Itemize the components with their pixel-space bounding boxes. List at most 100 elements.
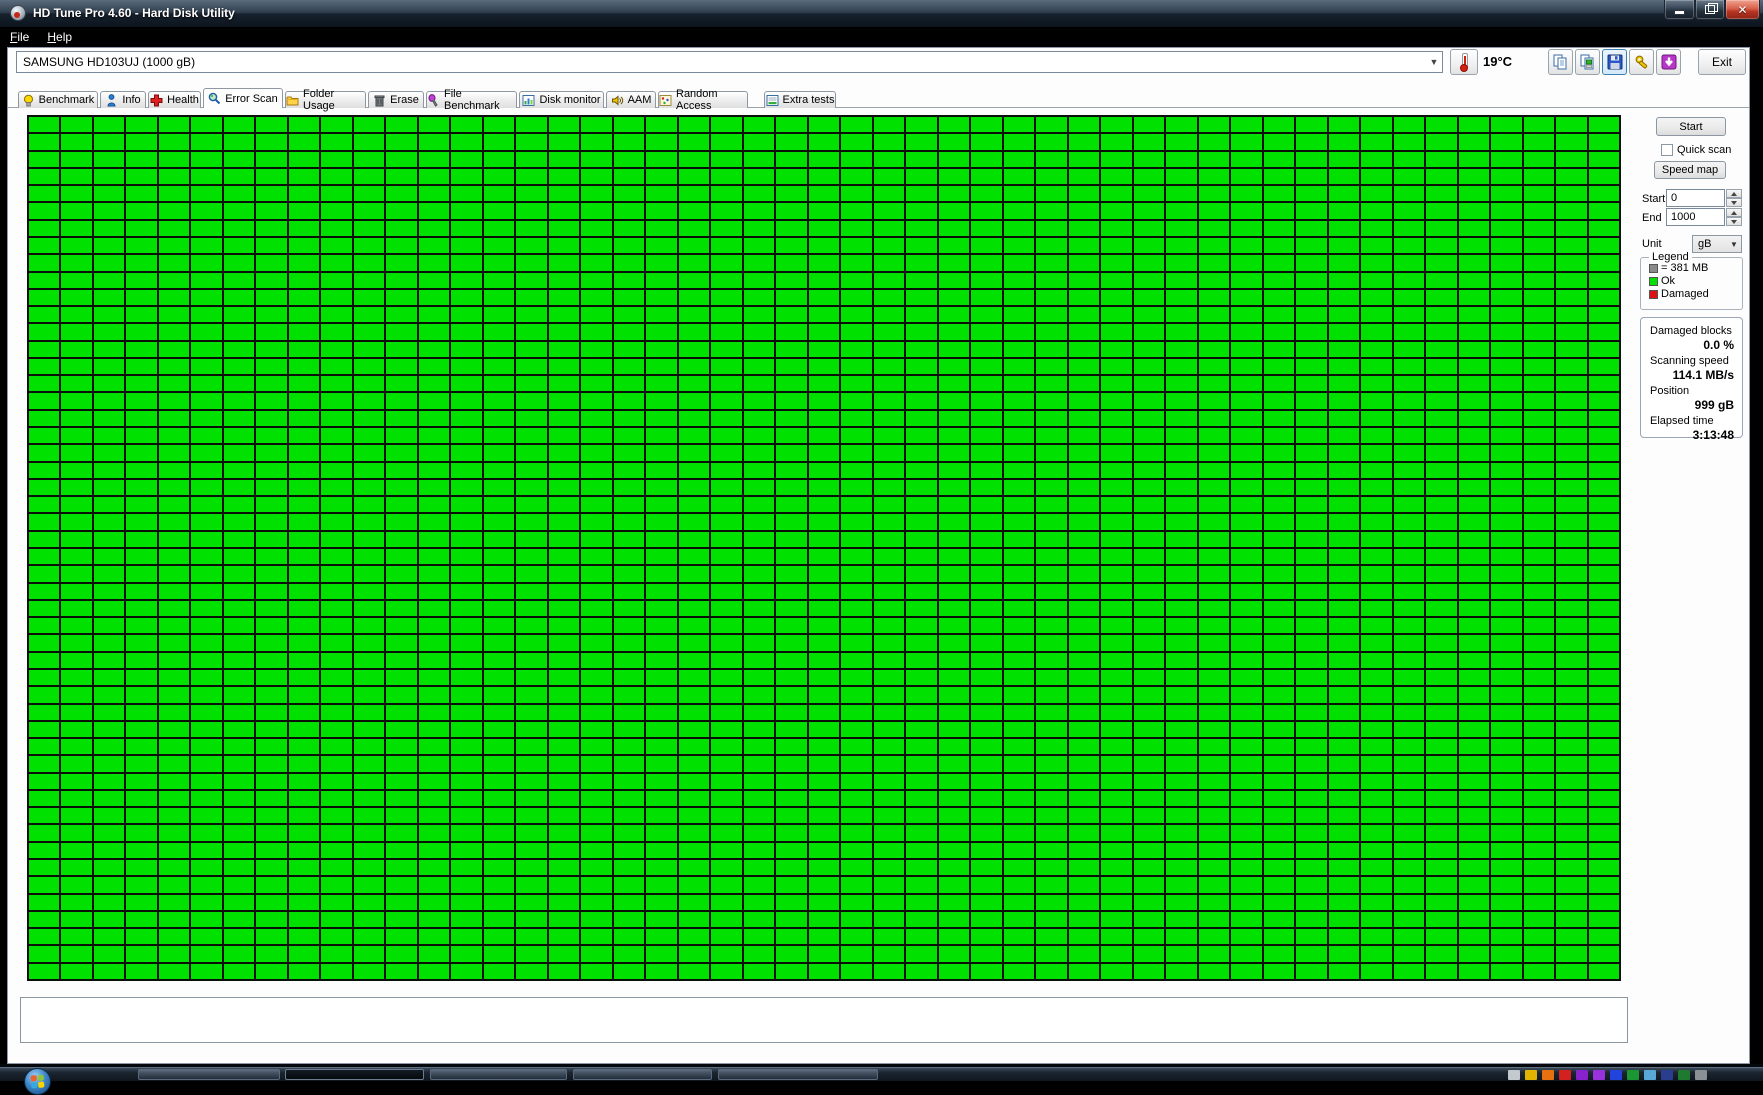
start-field-spinner[interactable] <box>1726 189 1742 207</box>
scan-block <box>1523 669 1555 686</box>
tray-icon[interactable] <box>1661 1070 1673 1080</box>
scan-block <box>1198 514 1230 530</box>
scan-block <box>776 704 807 720</box>
scan-block <box>93 531 125 547</box>
scan-block <box>711 773 742 789</box>
download-button[interactable] <box>1656 49 1681 75</box>
options-button[interactable] <box>1629 49 1654 75</box>
scan-block <box>1068 808 1100 824</box>
tray-icon[interactable] <box>1542 1070 1554 1080</box>
scan-block <box>1393 151 1425 167</box>
scan-block <box>1166 307 1197 323</box>
scan-block <box>418 842 450 859</box>
tab-aam[interactable]: AAM <box>606 91 656 108</box>
end-field-spinner[interactable] <box>1726 208 1742 226</box>
scan-block <box>743 548 775 565</box>
scan-block <box>841 514 872 530</box>
scan-block <box>938 583 970 599</box>
scan-block <box>581 894 612 910</box>
scan-block <box>516 652 547 668</box>
speed-map-button[interactable]: Speed map <box>1654 161 1726 179</box>
exit-button[interactable]: Exit <box>1698 49 1746 75</box>
scan-block <box>938 220 970 236</box>
scan-block <box>191 186 222 202</box>
tab-info[interactable]: Info <box>100 91 146 108</box>
temperature-button[interactable] <box>1450 49 1478 75</box>
scan-block <box>1328 134 1360 150</box>
scan-block <box>451 237 482 254</box>
minimize-button[interactable] <box>1664 0 1695 20</box>
tab-folder-usage[interactable]: Folder Usage <box>285 88 366 112</box>
scan-block <box>711 531 742 547</box>
scan-block <box>743 255 775 271</box>
scan-block <box>1166 289 1197 306</box>
scan-block <box>1036 479 1067 496</box>
taskbar-window-button[interactable] <box>430 1069 567 1080</box>
scan-block <box>581 600 612 617</box>
scan-block <box>1036 773 1067 789</box>
taskbar-window-button[interactable] <box>138 1069 280 1080</box>
scan-block <box>971 289 1002 306</box>
scan-block <box>1101 410 1132 427</box>
scan-block <box>1068 600 1100 617</box>
drive-selector-combobox[interactable]: SAMSUNG HD103UJ (1000 gB) ▼ <box>16 51 1443 73</box>
tray-icon[interactable] <box>1627 1070 1639 1080</box>
taskbar-window-button[interactable] <box>718 1069 878 1080</box>
unit-combobox[interactable]: gB ▼ <box>1692 235 1742 253</box>
scan-block <box>1263 548 1295 565</box>
scan-block <box>158 739 190 755</box>
menu-help[interactable]: Help <box>39 28 80 46</box>
taskbar-window-button[interactable] <box>573 1069 712 1080</box>
start-field-input[interactable] <box>1666 189 1725 207</box>
tray-icon[interactable] <box>1593 1070 1605 1080</box>
restore-button[interactable] <box>1695 0 1725 20</box>
scan-block <box>1296 376 1327 392</box>
scan-block <box>321 704 352 720</box>
scan-block <box>1166 410 1197 427</box>
scan-block <box>906 790 937 807</box>
tab-health[interactable]: Health <box>148 91 201 108</box>
scan-block <box>1231 635 1262 651</box>
start-button[interactable]: Start <box>1656 117 1726 136</box>
tray-icon[interactable] <box>1695 1070 1707 1080</box>
tray-icon[interactable] <box>1576 1070 1588 1080</box>
tab-extra-tests[interactable]: Extra tests <box>764 91 836 108</box>
menu-file[interactable]: File <box>2 28 37 46</box>
scan-block <box>711 600 742 617</box>
tab-benchmark[interactable]: Benchmark <box>18 91 98 108</box>
scan-block <box>906 669 937 686</box>
save-screenshot-button[interactable] <box>1602 49 1627 75</box>
tray-icon[interactable] <box>1525 1070 1537 1080</box>
tab-disk-monitor[interactable]: Disk monitor <box>519 91 604 108</box>
tray-icon[interactable] <box>1678 1070 1690 1080</box>
scan-block <box>223 324 255 340</box>
end-field-input[interactable] <box>1666 208 1725 226</box>
tray-icon[interactable] <box>1644 1070 1656 1080</box>
scan-block <box>191 635 222 651</box>
scan-block <box>1133 825 1165 841</box>
scan-block <box>906 479 937 496</box>
tab-file-benchmark[interactable]: File Benchmark <box>426 88 517 112</box>
quick-scan-checkbox[interactable] <box>1661 144 1673 156</box>
scan-block <box>191 272 222 288</box>
copy-text-button[interactable] <box>1548 49 1573 75</box>
tray-icon[interactable] <box>1610 1070 1622 1080</box>
scan-block <box>61 428 92 444</box>
scan-block <box>418 600 450 617</box>
scan-block <box>1166 358 1197 375</box>
scan-block <box>1588 497 1619 513</box>
copy-image-button[interactable] <box>1575 49 1600 75</box>
scan-block <box>841 652 872 668</box>
tray-icon[interactable] <box>1559 1070 1571 1080</box>
tab-error-scan[interactable]: Error Scan <box>203 88 283 108</box>
tray-icon[interactable] <box>1508 1070 1520 1080</box>
taskbar-window-button-active[interactable] <box>285 1069 424 1080</box>
scan-block <box>1036 203 1067 219</box>
quick-scan-option[interactable]: Quick scan <box>1661 144 1731 156</box>
start-orb[interactable] <box>24 1068 51 1095</box>
scan-block <box>1198 894 1230 910</box>
tab-erase[interactable]: Erase <box>368 91 424 108</box>
scan-block <box>223 117 255 133</box>
tab-random-access[interactable]: Random Access <box>658 88 748 112</box>
close-button[interactable]: ✕ <box>1725 0 1760 20</box>
